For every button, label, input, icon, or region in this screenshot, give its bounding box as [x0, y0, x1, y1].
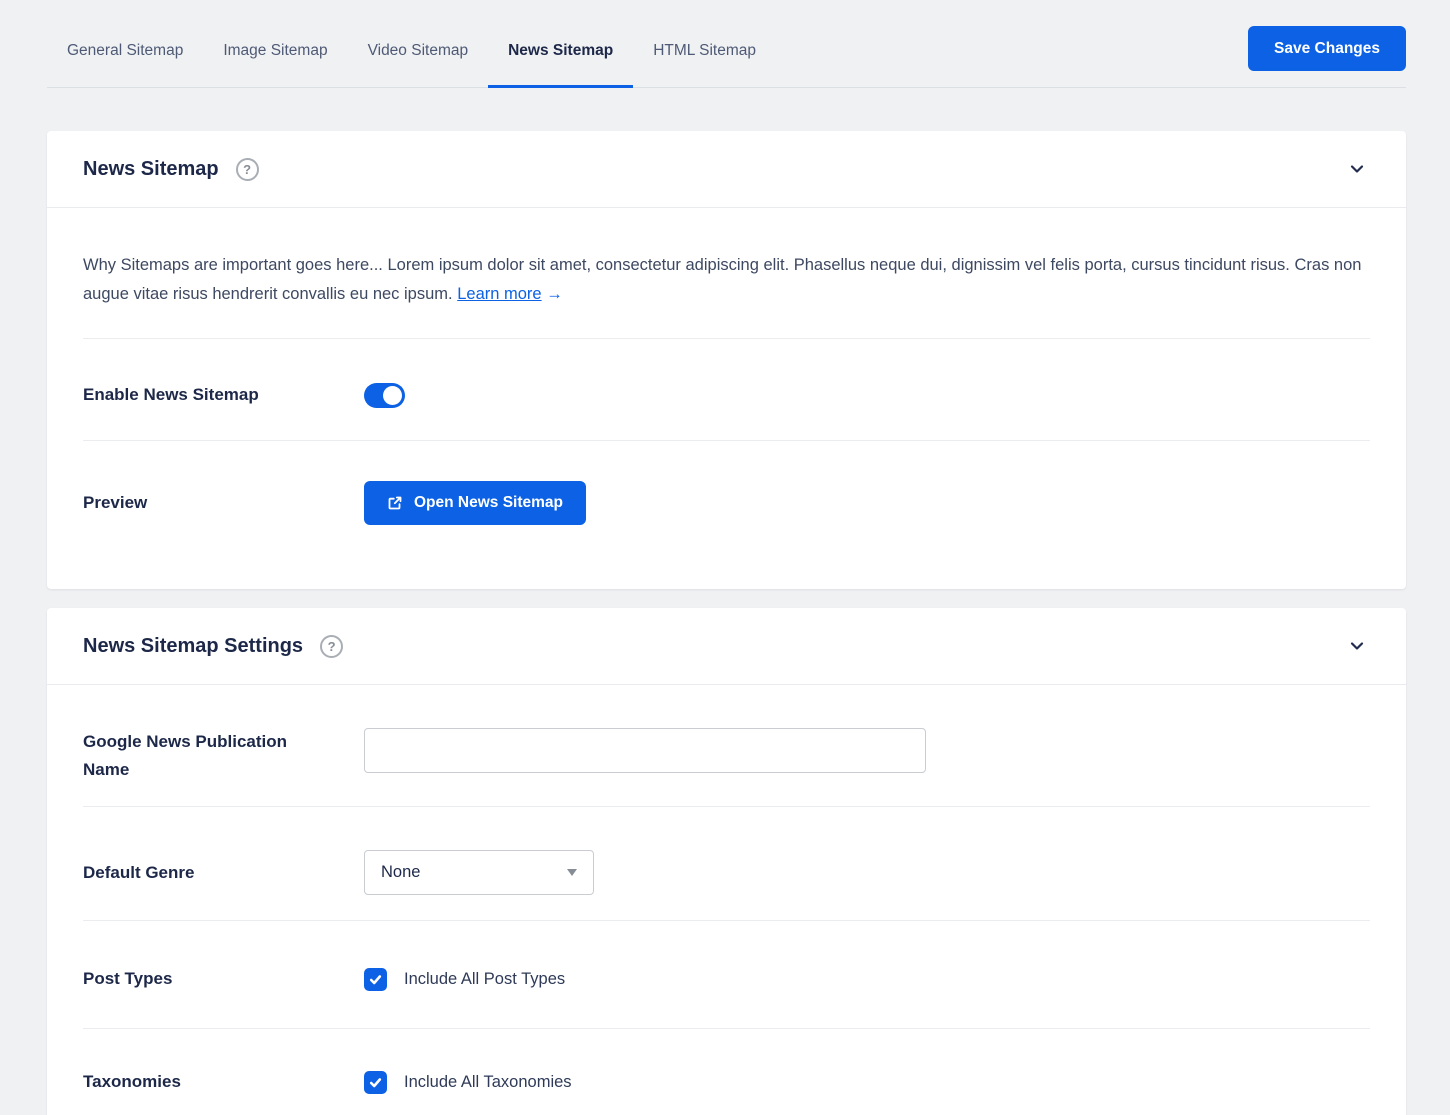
- help-icon[interactable]: ?: [320, 635, 343, 658]
- checkbox-label: Include All Taxonomies: [404, 1073, 572, 1092]
- row-label: Post Types: [83, 965, 364, 993]
- save-changes-button[interactable]: Save Changes: [1248, 26, 1406, 71]
- row-label: Preview: [83, 489, 364, 517]
- row-label: Enable News Sitemap: [83, 381, 364, 409]
- include-all-post-types-field[interactable]: Include All Post Types: [364, 968, 565, 991]
- collapse-card-button[interactable]: [1344, 156, 1370, 182]
- open-news-sitemap-button[interactable]: Open News Sitemap: [364, 481, 586, 525]
- preview-row: Preview Open News Sitemap: [47, 441, 1406, 589]
- select-value: None: [381, 863, 420, 882]
- help-icon[interactable]: ?: [236, 158, 259, 181]
- toggle-knob-icon: [383, 386, 402, 405]
- card-description: Why Sitemaps are important goes here... …: [47, 208, 1406, 338]
- tab-image-sitemap[interactable]: Image Sitemap: [203, 26, 347, 87]
- arrow-right-icon: →: [546, 285, 563, 303]
- news-sitemap-settings-card: News Sitemap Settings ? Google News Publ…: [47, 608, 1406, 1115]
- checkmark-icon: [368, 972, 383, 987]
- card-title: News Sitemap Settings: [83, 635, 303, 658]
- taxonomies-row: Taxonomies Include All Taxonomies: [47, 1029, 1406, 1115]
- open-button-label: Open News Sitemap: [414, 494, 563, 512]
- collapse-card-button[interactable]: [1344, 633, 1370, 659]
- external-link-icon: [387, 495, 403, 511]
- settings-card-header: News Sitemap Settings ?: [47, 608, 1406, 685]
- enable-news-sitemap-toggle[interactable]: [364, 383, 405, 408]
- publication-name-input[interactable]: [364, 728, 926, 773]
- row-label: Google News Publication Name: [83, 728, 364, 784]
- include-all-taxonomies-field[interactable]: Include All Taxonomies: [364, 1071, 572, 1094]
- default-genre-select[interactable]: None: [364, 850, 594, 895]
- checkbox-checked-icon[interactable]: [364, 968, 387, 991]
- checkbox-checked-icon[interactable]: [364, 1071, 387, 1094]
- tab-video-sitemap[interactable]: Video Sitemap: [348, 26, 489, 87]
- dropdown-arrow-icon: [567, 869, 577, 876]
- news-sitemap-card-header: News Sitemap ?: [47, 131, 1406, 208]
- learn-more-link[interactable]: Learn more: [457, 285, 541, 303]
- default-genre-row: Default Genre None: [47, 807, 1406, 920]
- tab-html-sitemap[interactable]: HTML Sitemap: [633, 26, 776, 87]
- row-label: Taxonomies: [83, 1068, 364, 1096]
- publication-name-row: Google News Publication Name: [47, 685, 1406, 806]
- news-sitemap-card: News Sitemap ? Why Sitemaps are importan…: [47, 131, 1406, 589]
- row-label: Default Genre: [83, 859, 364, 887]
- tab-general-sitemap[interactable]: General Sitemap: [47, 26, 203, 87]
- settings-page: General Sitemap Image Sitemap Video Site…: [47, 0, 1406, 1115]
- checkbox-label: Include All Post Types: [404, 970, 565, 989]
- checkmark-icon: [368, 1075, 383, 1090]
- sitemap-tabbar: General Sitemap Image Sitemap Video Site…: [47, 0, 1406, 88]
- post-types-row: Post Types Include All Post Types: [47, 921, 1406, 1028]
- card-title: News Sitemap: [83, 158, 219, 181]
- chevron-down-icon: [1348, 160, 1366, 178]
- enable-news-sitemap-row: Enable News Sitemap: [47, 339, 1406, 440]
- chevron-down-icon: [1348, 637, 1366, 655]
- tab-news-sitemap[interactable]: News Sitemap: [488, 26, 633, 87]
- description-text: Why Sitemaps are important goes here... …: [83, 256, 1361, 303]
